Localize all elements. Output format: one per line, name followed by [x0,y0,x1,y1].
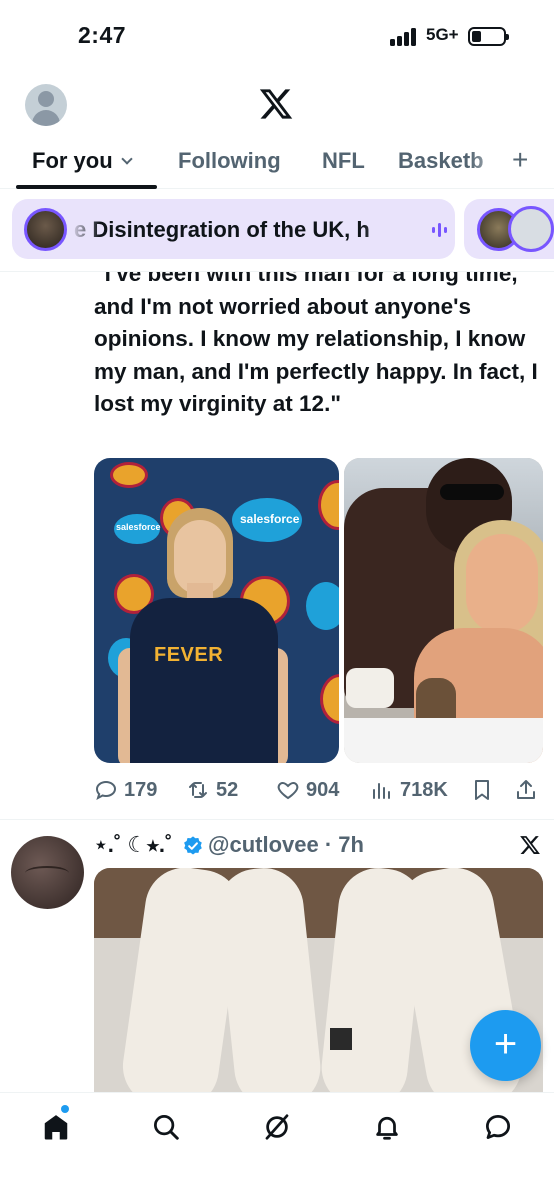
tweet-photo-2[interactable] [344,458,543,763]
signal-icon [390,28,420,46]
like-count: 904 [306,778,340,801]
spaces-bar: e Disintegration of the UK, h [0,189,554,272]
sunglasses [440,484,504,500]
salesforce-logo [306,582,339,630]
fever-logo [320,674,339,724]
fade-right [362,199,422,259]
author-display-name[interactable]: ⋆.˚ ☾⭒.˚ [94,832,172,858]
live-space-pill[interactable]: e Disintegration of the UK, h [12,199,455,259]
bell-icon[interactable] [372,1112,402,1142]
shirt-text: FEVER [154,644,224,666]
fever-logo [110,462,148,488]
avatar-detail [25,866,69,880]
person-face [466,534,538,634]
search-icon[interactable] [151,1112,181,1142]
wall-outlet [330,1028,352,1050]
heart-icon [277,781,299,800]
fever-logo [318,480,339,530]
towel [344,718,543,763]
tab-label: For you [32,148,113,173]
repost-button[interactable]: 52 [186,776,238,804]
fade-left [70,199,100,259]
battery-icon [468,27,509,46]
top-header [0,72,554,134]
views-button[interactable]: 718K [370,776,448,804]
add-tab-button[interactable]: + [512,144,528,176]
tweet-text: "I've been with this man for a long time… [94,272,538,416]
like-button[interactable]: 904 [276,776,339,804]
tweet-actions: 179 52 904 718K [94,772,544,808]
tweet-divider [0,819,554,820]
compose-button[interactable]: + [470,1010,541,1081]
status-time: 2:47 [78,22,127,48]
x-logo-icon [259,89,293,119]
plus-icon: + [493,1022,518,1066]
bookmark-icon [475,780,489,800]
profile-avatar[interactable] [25,84,67,126]
verified-badge-icon [184,836,202,855]
bookmark-button[interactable] [470,776,500,804]
live-space-pill-2[interactable] [464,199,554,259]
reply-icon [95,780,117,801]
reply-button[interactable]: 179 [94,776,157,804]
views-count: 718K [400,778,448,801]
home-icon[interactable] [41,1112,71,1142]
chevron-down-icon [121,153,133,165]
close-icon[interactable] [519,834,541,856]
notification-dot [61,1105,69,1113]
author-handle-time[interactable]: @cutlovee · 7h [208,832,364,858]
tweet-text-container: "I've been with this man for a long time… [0,272,554,472]
reply-count: 179 [124,778,158,801]
tab-fade [470,134,510,188]
live-audio-icon [432,223,450,237]
space-title: e Disintegration of the UK, h [74,217,370,242]
person-shirt [130,598,278,763]
tab-nfl[interactable]: NFL [322,148,365,174]
share-icon [517,780,535,799]
network-type: 5G+ [426,25,459,44]
space-host-avatar [508,206,554,252]
brand-text: salesforce [116,522,161,532]
cup [346,668,394,708]
grok-icon[interactable] [262,1112,292,1142]
share-button[interactable] [514,776,544,804]
bottom-nav [0,1092,554,1200]
brand-text: salesforce [240,512,300,526]
author-avatar[interactable] [11,836,84,909]
messages-icon[interactable] [483,1112,513,1142]
tweet-photo-1[interactable]: salesforce salesforce FEVER [94,458,339,763]
tab-following[interactable]: Following [178,148,281,174]
repost-icon [189,782,207,798]
views-icon [373,783,390,799]
repost-count: 52 [216,778,239,801]
tab-for-you[interactable]: For you [32,148,133,174]
timeline-tabs: For you Following NFL Basketb + [0,134,554,189]
space-host-avatar [24,208,67,251]
status-bar: 2:47 5G+ [0,0,554,72]
